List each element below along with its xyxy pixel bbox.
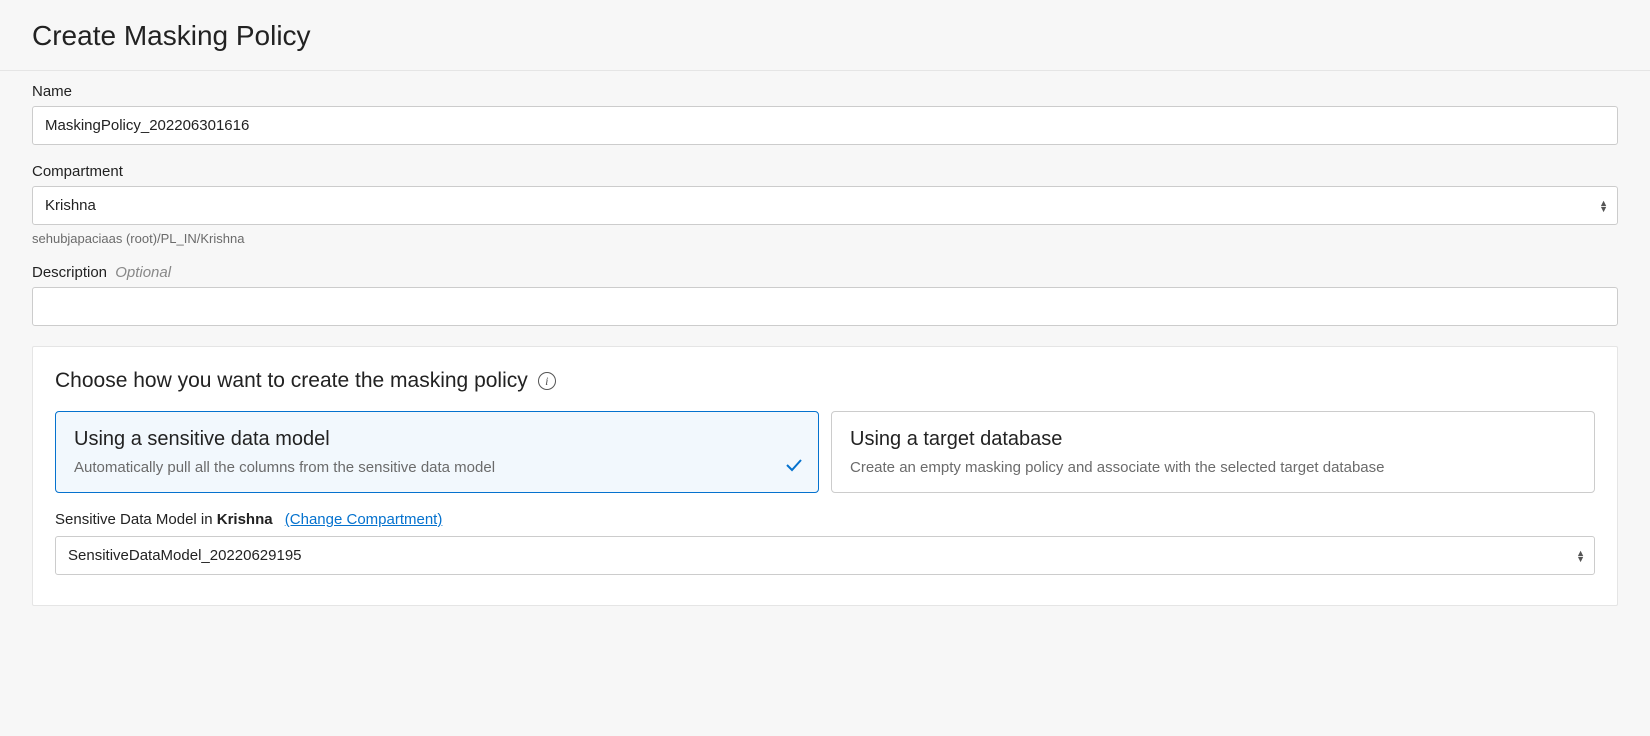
info-icon[interactable]: i — [538, 372, 556, 390]
page-header: Create Masking Policy — [0, 0, 1650, 71]
choose-panel-title-text: Choose how you want to create the maskin… — [55, 369, 528, 393]
compartment-field-group: Compartment Krishna ▲▼ sehubjapaciaas (r… — [32, 163, 1618, 246]
description-field-group: Description Optional — [32, 264, 1618, 326]
page-title: Create Masking Policy — [32, 20, 1618, 52]
option-card-target-db-desc: Create an empty masking policy and assoc… — [850, 459, 1576, 476]
option-card-sdm[interactable]: Using a sensitive data model Automatical… — [55, 411, 819, 493]
description-label-text: Description — [32, 264, 107, 281]
description-label: Description Optional — [32, 264, 1618, 281]
option-card-target-db[interactable]: Using a target database Create an empty … — [831, 411, 1595, 493]
option-card-sdm-title: Using a sensitive data model — [74, 428, 800, 451]
sdm-select-wrap: SensitiveDataModel_20220629195 ▲▼ — [55, 536, 1595, 575]
choose-panel: Choose how you want to create the maskin… — [32, 346, 1618, 606]
sdm-label-prefix: Sensitive Data Model in — [55, 511, 217, 528]
compartment-select[interactable]: Krishna — [32, 186, 1618, 225]
sdm-select[interactable]: SensitiveDataModel_20220629195 — [55, 536, 1595, 575]
sdm-compartment-name: Krishna — [217, 511, 273, 528]
compartment-path: sehubjapaciaas (root)/PL_IN/Krishna — [32, 231, 1618, 246]
name-field-group: Name — [32, 83, 1618, 145]
option-cards: Using a sensitive data model Automatical… — [55, 411, 1595, 493]
description-input[interactable] — [32, 287, 1618, 326]
form-area: Name Compartment Krishna ▲▼ sehubjapacia… — [0, 71, 1650, 606]
name-label: Name — [32, 83, 1618, 100]
sdm-label: Sensitive Data Model in Krishna (Change … — [55, 511, 1595, 528]
name-input[interactable] — [32, 106, 1618, 145]
compartment-select-wrap: Krishna ▲▼ — [32, 186, 1618, 225]
choose-panel-title: Choose how you want to create the maskin… — [55, 369, 556, 393]
compartment-label: Compartment — [32, 163, 1618, 180]
check-icon — [784, 455, 804, 478]
option-card-sdm-desc: Automatically pull all the columns from … — [74, 459, 800, 476]
change-compartment-link[interactable]: (Change Compartment) — [285, 511, 443, 528]
optional-tag: Optional — [115, 264, 171, 281]
option-card-target-db-title: Using a target database — [850, 428, 1576, 451]
